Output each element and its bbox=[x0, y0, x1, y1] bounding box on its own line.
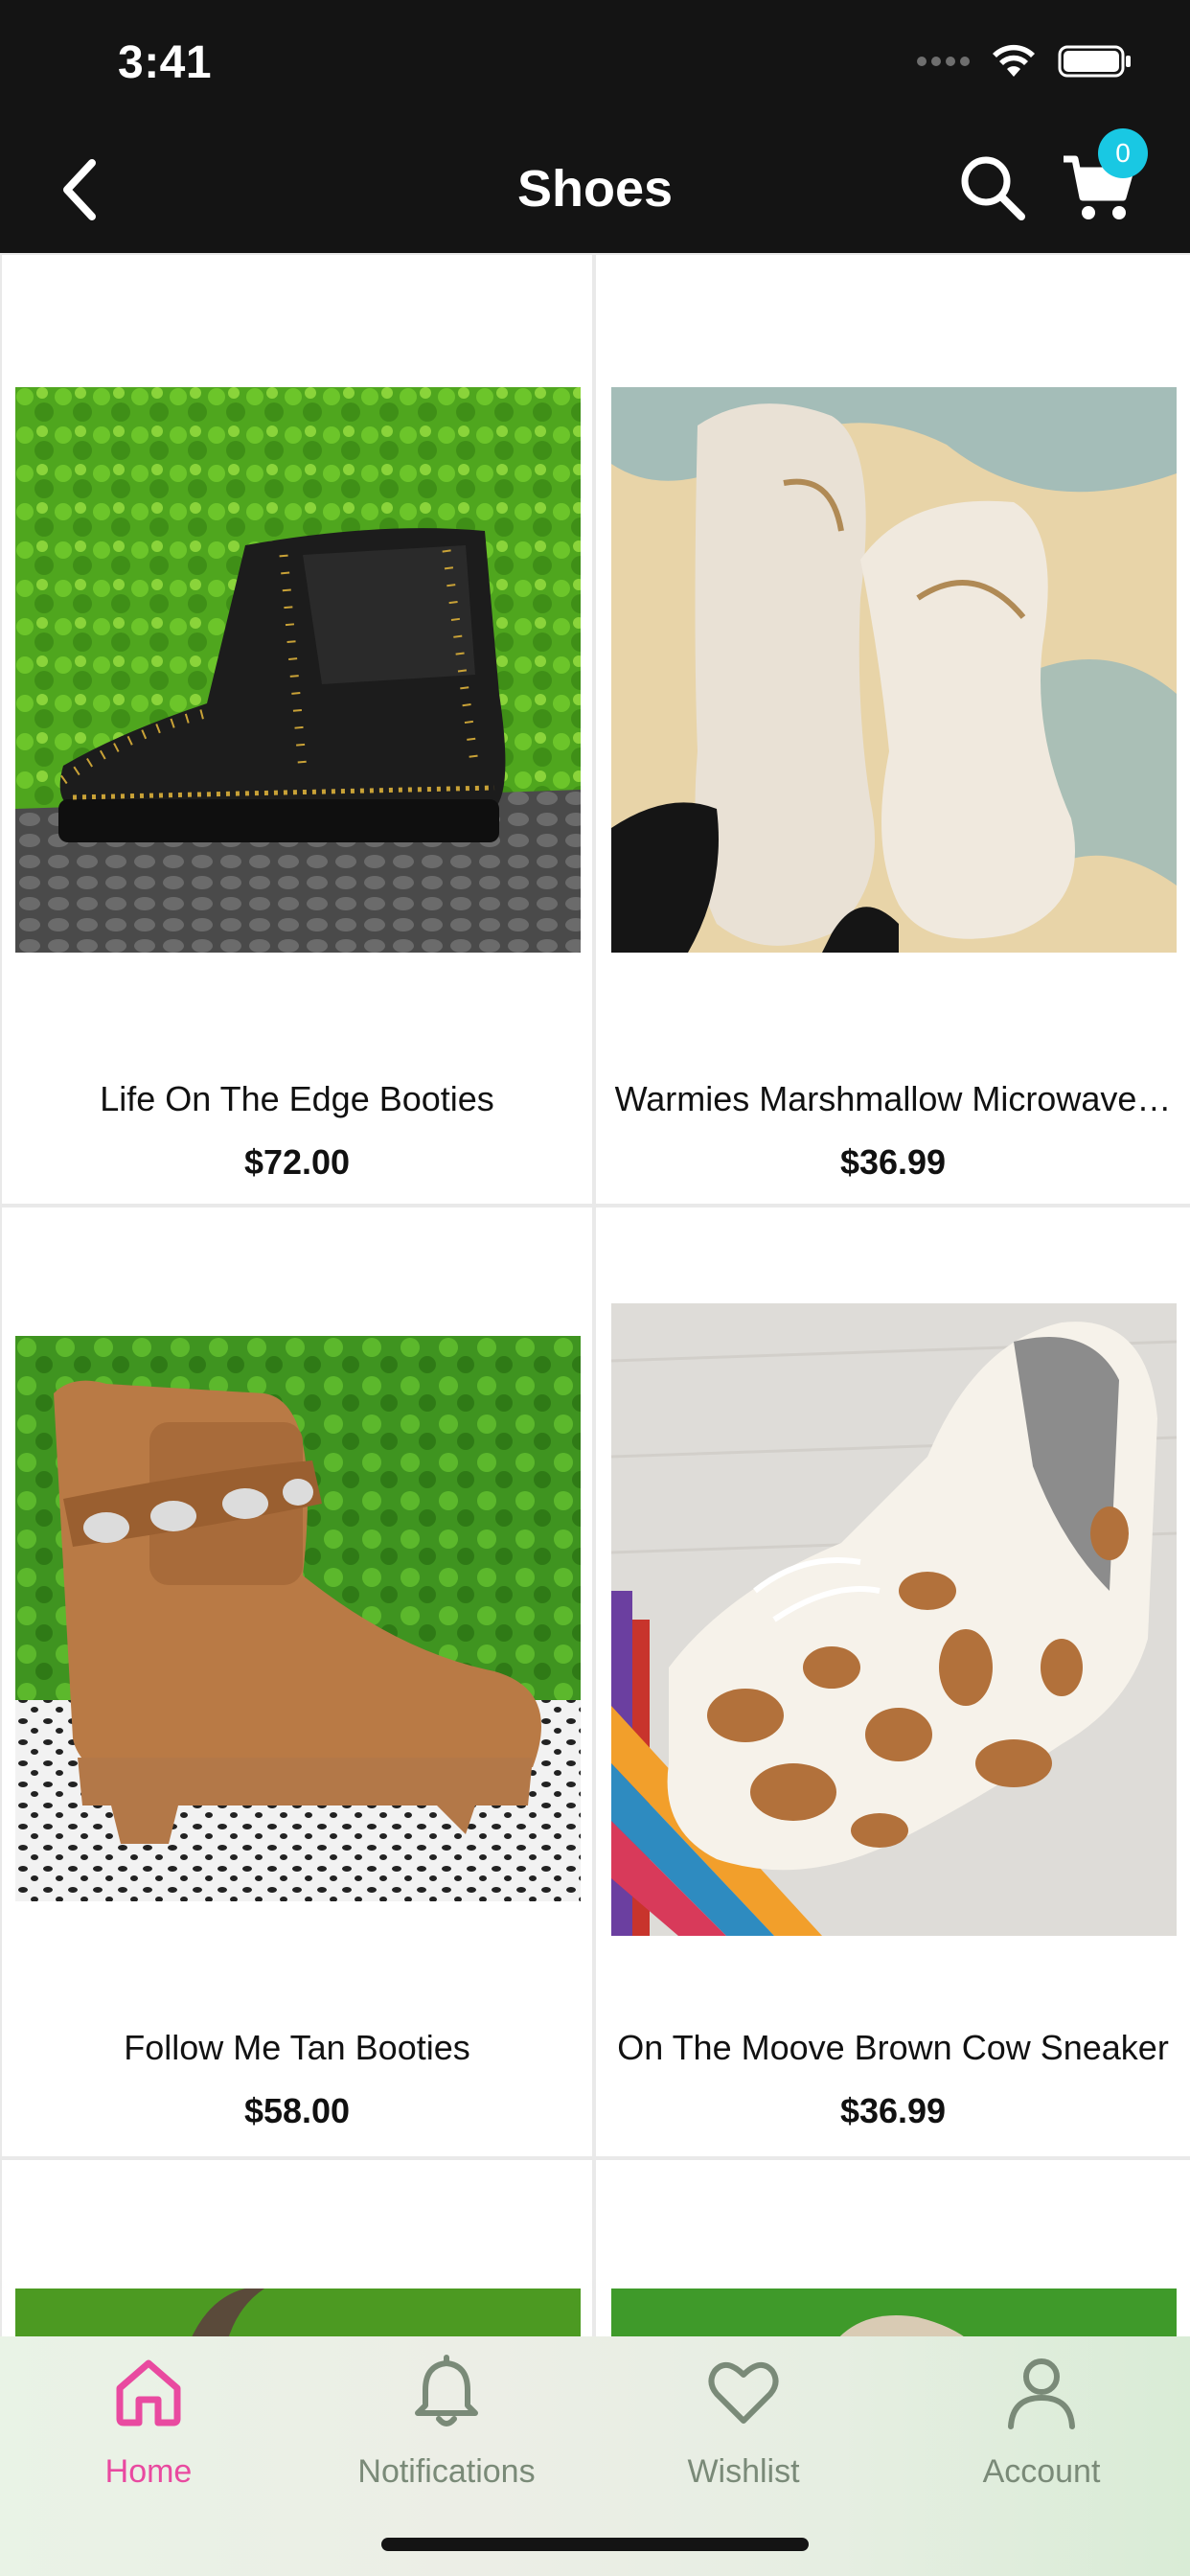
signal-icon bbox=[917, 57, 970, 66]
status-time: 3:41 bbox=[118, 37, 213, 88]
screen: 3:41 Shoes 0 Life On The Edge Booties $7… bbox=[0, 0, 1190, 2576]
product-card[interactable] bbox=[596, 2160, 1190, 2342]
home-icon bbox=[116, 2359, 181, 2426]
search-button[interactable] bbox=[954, 150, 1031, 226]
product-grid: Life On The Edge Booties $72.00 Warmies … bbox=[0, 253, 1190, 2342]
product-price: $36.99 bbox=[839, 1142, 947, 1182]
product-card[interactable]: Follow Me Tan Booties $58.00 bbox=[2, 1208, 592, 2156]
tab-label-notifications: Notifications bbox=[357, 2453, 536, 2490]
search-icon bbox=[961, 156, 1025, 220]
product-name: Follow Me Tan Booties bbox=[124, 2028, 470, 2067]
home-indicator bbox=[381, 2538, 809, 2551]
tab-wishlist[interactable]: Wishlist bbox=[595, 2336, 892, 2528]
product-image[interactable] bbox=[15, 2288, 581, 2342]
tan-boot-image bbox=[15, 1336, 581, 1901]
tab-home[interactable]: Home bbox=[0, 2336, 297, 2528]
product-image[interactable] bbox=[15, 1336, 581, 1901]
product-card[interactable]: On The Moove Brown Cow Sneaker $36.99 bbox=[596, 1208, 1190, 2156]
heart-icon bbox=[708, 2362, 779, 2424]
person-icon bbox=[1008, 2358, 1075, 2429]
product-card[interactable] bbox=[2, 2160, 592, 2342]
product-image-partial bbox=[611, 2288, 1177, 2342]
tab-label-home: Home bbox=[104, 2453, 193, 2490]
status-icons bbox=[917, 44, 1133, 79]
fuzzy-boots-image bbox=[611, 387, 1177, 953]
cow-sneaker-image bbox=[611, 1303, 1177, 1936]
product-image[interactable] bbox=[611, 387, 1177, 953]
product-price: $58.00 bbox=[243, 2091, 351, 2130]
product-price: $72.00 bbox=[243, 1142, 351, 1182]
product-image[interactable] bbox=[611, 1303, 1177, 1936]
product-name: Life On The Edge Booties bbox=[100, 1079, 494, 1118]
product-price: $36.99 bbox=[839, 2091, 947, 2130]
tab-label-account: Account bbox=[982, 2453, 1101, 2490]
product-card[interactable]: Warmies Marshmallow Microwave… $36.99 bbox=[596, 255, 1190, 1204]
battery-icon bbox=[1058, 45, 1131, 78]
wifi-icon bbox=[993, 44, 1035, 77]
product-name: On The Moove Brown Cow Sneaker bbox=[617, 2028, 1169, 2067]
tab-account[interactable]: Account bbox=[893, 2336, 1190, 2528]
tab-notifications[interactable]: Notifications bbox=[298, 2336, 595, 2528]
top-bar: 3:41 Shoes 0 bbox=[0, 0, 1190, 253]
tab-label-wishlist: Wishlist bbox=[687, 2453, 800, 2490]
product-image[interactable] bbox=[611, 2288, 1177, 2342]
product-name: Warmies Marshmallow Microwave… bbox=[614, 1079, 1172, 1118]
product-card[interactable]: Life On The Edge Booties $72.00 bbox=[2, 255, 592, 1204]
cart-count-badge: 0 bbox=[1098, 128, 1148, 178]
product-image[interactable] bbox=[15, 387, 581, 953]
studded-boot-image bbox=[15, 387, 581, 953]
bell-icon bbox=[415, 2355, 478, 2426]
product-image-partial bbox=[15, 2288, 581, 2342]
